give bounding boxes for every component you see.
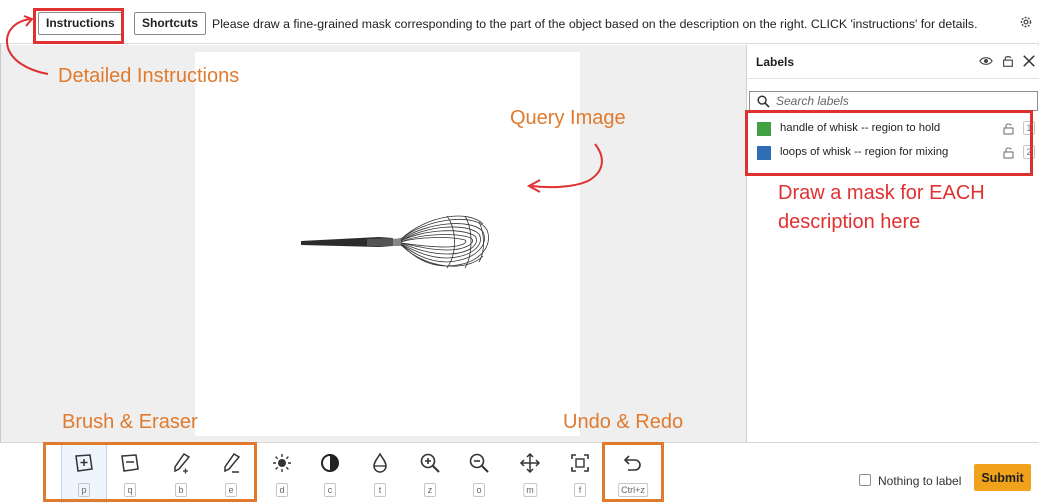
unlock-icon[interactable]	[1003, 146, 1014, 159]
tool-undo[interactable]: Ctrl+z	[610, 443, 656, 503]
tool-hotkey: b	[175, 483, 187, 497]
labels-header: Labels	[747, 45, 1039, 79]
tool-hotkey: z	[424, 483, 436, 497]
tool-polygon-add[interactable]: p	[61, 443, 107, 503]
submit-button[interactable]: Submit	[974, 464, 1031, 491]
label-hotkey: 2	[1023, 145, 1035, 159]
labels-title: Labels	[756, 55, 795, 69]
eraser-icon	[224, 452, 241, 473]
search-icon	[757, 95, 770, 108]
droplet-icon	[373, 452, 387, 473]
tool-hotkey: f	[574, 483, 586, 497]
nothing-to-label-text: Nothing to label	[878, 474, 962, 488]
tool-hotkey: c	[324, 483, 336, 497]
tool-polygon-subtract[interactable]: q	[107, 443, 153, 503]
tool-fit[interactable]: f	[557, 443, 603, 503]
top-bar: Instructions Shortcuts Please draw a fin…	[0, 0, 1039, 44]
tool-hotkey: d	[276, 483, 288, 497]
tool-move[interactable]: m	[507, 443, 553, 503]
polygon-plus-icon	[75, 454, 93, 472]
tool-hotkey: e	[225, 483, 237, 497]
eye-icon[interactable]	[979, 54, 993, 68]
shortcuts-button[interactable]: Shortcuts	[134, 12, 207, 35]
tool-hotkey: Ctrl+z	[618, 483, 648, 497]
brush-icon	[174, 452, 191, 474]
undo-icon	[623, 455, 641, 471]
contrast-icon	[321, 454, 339, 472]
brush-eraser-annotation: Brush & Eraser	[62, 411, 198, 433]
search-box	[749, 91, 1038, 111]
label-color-swatch	[757, 122, 771, 136]
query-image-annotation: Query Image	[510, 107, 626, 129]
gear-icon[interactable]	[1019, 15, 1033, 29]
detailed-instructions-annotation: Detailed Instructions	[58, 65, 240, 87]
tool-saturation[interactable]: t	[357, 443, 403, 503]
tool-zoom-in[interactable]: z	[407, 443, 453, 503]
polygon-minus-icon	[121, 454, 139, 472]
label-hotkey: 1	[1023, 121, 1035, 135]
brightness-icon	[273, 454, 291, 472]
zoom-out-icon	[469, 453, 489, 473]
tool-hotkey: p	[78, 483, 90, 497]
tool-zoom-out[interactable]: o	[456, 443, 502, 503]
search-input[interactable]	[776, 93, 1031, 109]
tool-brightness[interactable]: d	[259, 443, 305, 503]
move-icon	[519, 452, 541, 474]
nothing-to-label-checkbox[interactable]	[859, 474, 871, 486]
undo-redo-annotation: Undo & Redo	[563, 411, 684, 433]
task-hint: Please draw a fine-grained mask correspo…	[212, 17, 978, 31]
bottom-toolbar: p q b e d c t z o m f Ctrl+z	[0, 442, 1039, 504]
tool-hotkey: q	[124, 483, 136, 497]
tool-hotkey: t	[374, 483, 386, 497]
tool-hotkey: m	[523, 483, 537, 497]
whisk-image	[301, 215, 489, 269]
label-item-loops[interactable]: loops of whisk -- region for mixing 2	[751, 142, 1039, 164]
zoom-in-icon	[420, 453, 440, 473]
unlock-icon[interactable]	[1001, 54, 1015, 68]
labels-panel: Labels handle of whisk -- region to hold…	[746, 45, 1039, 442]
label-text: loops of whisk -- region for mixing	[780, 146, 949, 158]
tool-brush[interactable]: b	[158, 443, 204, 503]
tool-hotkey: o	[473, 483, 485, 497]
draw-mask-annotation-line1: Draw a mask for EACH	[778, 182, 985, 204]
label-color-swatch	[757, 146, 771, 160]
label-item-handle[interactable]: handle of whisk -- region to hold 1	[751, 118, 1039, 140]
instructions-button[interactable]: Instructions	[38, 12, 123, 35]
draw-mask-annotation-line2: description here	[778, 211, 921, 233]
close-icon[interactable]	[1022, 54, 1036, 68]
unlock-icon[interactable]	[1003, 122, 1014, 135]
fit-screen-icon	[571, 454, 589, 472]
tool-eraser[interactable]: e	[208, 443, 254, 503]
label-text: handle of whisk -- region to hold	[780, 122, 941, 134]
tool-contrast[interactable]: c	[307, 443, 353, 503]
